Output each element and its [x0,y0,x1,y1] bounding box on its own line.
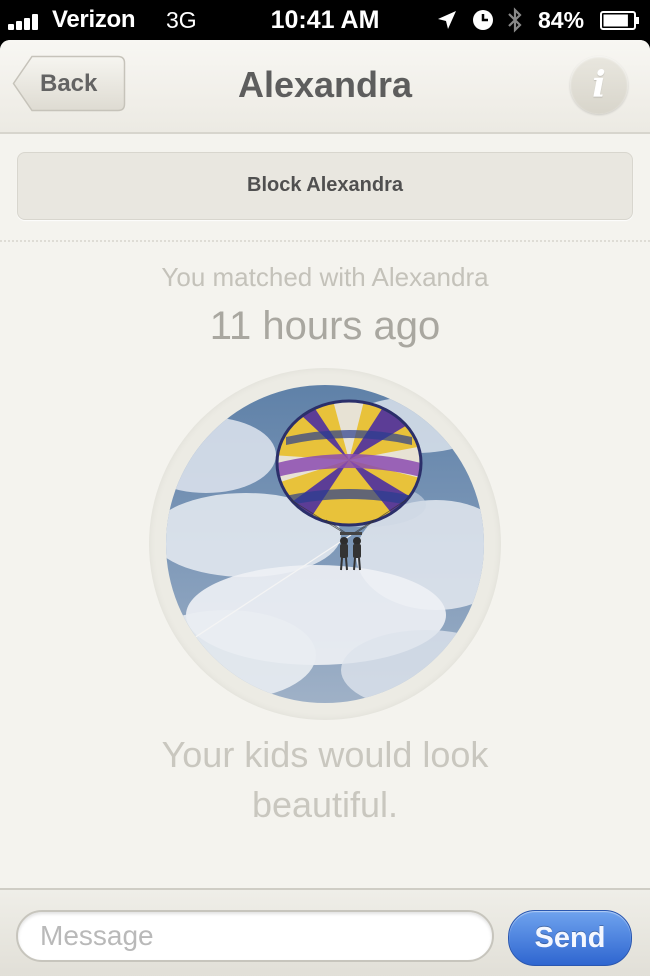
send-button[interactable]: Send [508,910,632,966]
divider [0,240,650,242]
battery-percent: 84% [538,7,585,33]
info-icon: i [592,64,606,106]
match-time: 11 hours ago [209,304,441,348]
bluetooth-icon [508,7,522,33]
match-notice: You matched with Alexandra [161,262,489,292]
send-button-label: Send [534,922,606,954]
match-tagline: Your kids would look beautiful. [161,734,489,825]
chat-screen: Back Alexandra i Block Alexandra You mat… [0,40,650,976]
status-bar: Verizon 3G 10:41 AM 84% [0,0,650,40]
parasail-image [166,385,484,703]
navigation-bar: Back Alexandra i [0,40,650,134]
alarm-icon [473,10,493,30]
info-button[interactable]: i [570,56,628,114]
location-icon [438,11,456,29]
battery-icon [600,11,639,30]
profile-photo[interactable] [166,385,484,703]
profile-photo-frame [149,368,501,720]
message-input[interactable] [16,910,494,962]
block-user-label: Block Alexandra [247,174,403,196]
block-user-button[interactable]: Block Alexandra [17,152,633,220]
page-title: Alexandra [237,64,413,105]
compose-bar: Send [0,888,650,976]
